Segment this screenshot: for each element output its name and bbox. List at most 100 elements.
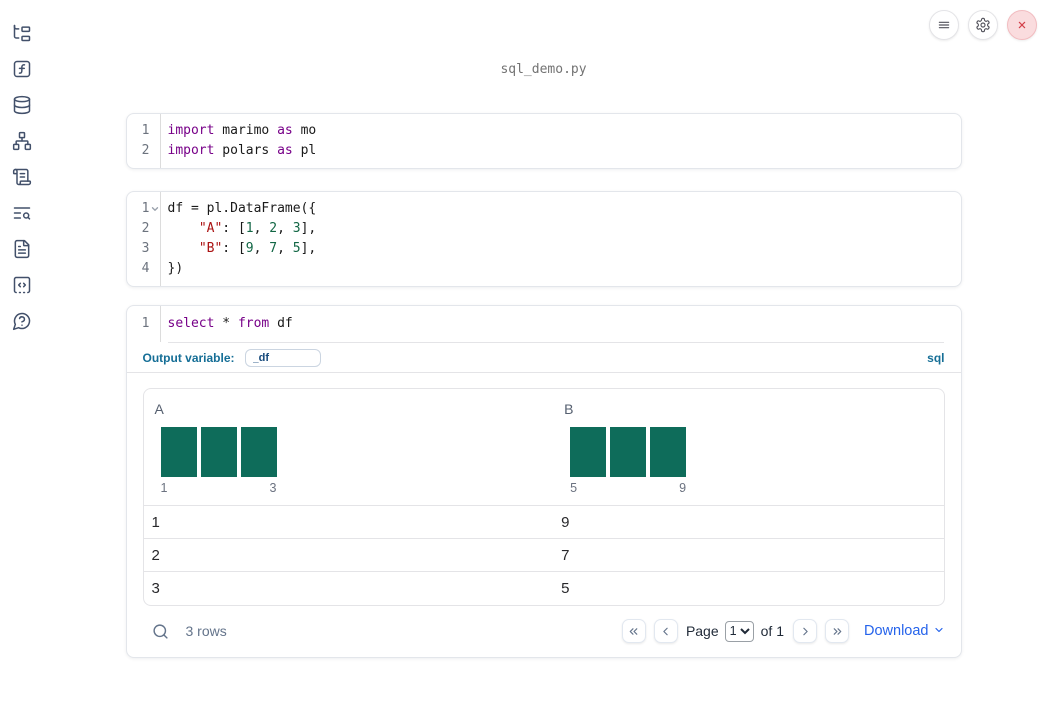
close-x-icon	[1014, 17, 1030, 33]
sidebar	[0, 0, 44, 713]
pagination: Page 1 of 1 Download	[621, 619, 945, 643]
code-text: "B": [9, 7, 5],	[198, 241, 317, 256]
histogram-bar	[650, 427, 687, 477]
code-line: 1 select * from df	[127, 314, 961, 334]
histogram-max-label: 3	[269, 481, 277, 495]
shutdown-button[interactable]	[1007, 10, 1037, 40]
fold-chevron-icon[interactable]	[150, 204, 160, 214]
sidebar-dependencies-button[interactable]	[12, 131, 32, 151]
line-number: 3	[141, 241, 150, 256]
code-text: "A": [1, 2, 3],	[198, 221, 317, 236]
cell-sql: 1 select * from df Output variable: sql A…	[125, 305, 962, 658]
cells-column: 1 import marimo as mo 2 import polars as pl…	[125, 113, 962, 658]
table-row[interactable]: 35	[143, 571, 944, 605]
cell-dataframe: 1 df = pl.DataFrame({2 "A": [1, 2, 3], 3 "…	[125, 191, 962, 287]
table-row[interactable]: 19	[143, 505, 944, 539]
histogram-max-label: 9	[679, 481, 687, 495]
table-cell: 9	[553, 505, 944, 539]
file-tree-icon	[12, 23, 32, 43]
search-icon	[152, 623, 170, 640]
last-page-button[interactable]	[825, 619, 849, 643]
code-line: 1 import marimo as mo	[127, 121, 961, 141]
table-footer: 3 rows Page 1 of 1 Download	[143, 606, 945, 657]
page-label: Page	[685, 623, 719, 639]
histogram-bar	[610, 427, 647, 477]
list-search-icon	[12, 203, 32, 223]
next-page-button[interactable]	[793, 619, 817, 643]
column-header[interactable]: B59	[553, 389, 943, 506]
line-number: 2	[141, 221, 150, 236]
code-line: 1 df = pl.DataFrame({	[127, 199, 961, 219]
line-number: 4	[141, 261, 150, 276]
row-count: 3 rows	[185, 623, 227, 639]
settings-button[interactable]	[968, 10, 998, 40]
table-body: 192735	[143, 505, 944, 605]
table-cell: 7	[553, 538, 944, 572]
code-text: import marimo as mo	[167, 123, 317, 138]
marimo-app: sql_demo.py 1 import marimo as mo 2 import …	[0, 0, 1043, 713]
chevron-down-icon	[933, 622, 945, 640]
line-number: 2	[141, 143, 150, 158]
table-cell: 5	[553, 571, 944, 605]
help-message-icon	[12, 311, 32, 331]
table-row[interactable]: 27	[143, 538, 944, 572]
code-text: import polars as pl	[167, 143, 317, 158]
prev-page-button[interactable]	[653, 619, 678, 643]
network-icon	[12, 131, 32, 151]
column-histogram: 59	[570, 427, 687, 495]
code-editor[interactable]: 1 df = pl.DataFrame({2 "A": [1, 2, 3], 3 "…	[127, 192, 961, 286]
code-line: 2 import polars as pl	[127, 141, 961, 161]
chevron-right-icon	[799, 625, 812, 638]
output-variable-input[interactable]	[244, 348, 321, 367]
sidebar-scratchpad-button[interactable]	[12, 275, 32, 295]
data-table: A13B59 192735	[142, 388, 945, 606]
output-variable-label: Output variable:	[142, 350, 235, 365]
histogram-bar	[570, 427, 607, 477]
menu-button[interactable]	[929, 10, 959, 40]
sql-code-editor[interactable]: 1 select * from df	[127, 306, 961, 342]
code-text: select * from df	[167, 316, 293, 331]
code-line: 2 "A": [1, 2, 3],	[127, 219, 961, 239]
histogram-min-label: 5	[570, 481, 578, 495]
sidebar-variables-button[interactable]	[12, 59, 32, 79]
download-button[interactable]: Download	[864, 622, 945, 640]
gear-icon	[975, 17, 991, 33]
sidebar-datasources-button[interactable]	[12, 95, 32, 115]
scroll-text-icon	[12, 167, 32, 187]
page-select[interactable]: 1	[724, 620, 754, 642]
sidebar-help-button[interactable]	[12, 311, 32, 331]
code-editor[interactable]: 1 import marimo as mo 2 import polars as pl	[127, 114, 961, 168]
hamburger-menu-icon	[936, 17, 952, 33]
code-square-dashed-icon	[12, 275, 32, 295]
column-name: A	[154, 401, 164, 417]
column-histogram: 13	[160, 427, 277, 495]
line-number: 1	[141, 316, 150, 331]
sidebar-logs-button[interactable]	[12, 167, 32, 187]
language-badge[interactable]: sql	[927, 351, 944, 365]
chevrons-left-icon	[627, 625, 640, 638]
sidebar-file-explorer-button[interactable]	[12, 23, 32, 43]
page-total-label: of 1	[760, 623, 784, 639]
code-line: 4})	[127, 259, 961, 279]
chevron-left-icon	[659, 625, 672, 638]
file-text-icon	[12, 239, 32, 259]
histogram-bar	[160, 427, 197, 477]
sidebar-documentation-button[interactable]	[12, 239, 32, 259]
cell-output-area: A13B59 192735 3 rows Page 1 of 1 Downloa…	[127, 373, 961, 657]
cell-imports: 1 import marimo as mo 2 import polars as pl	[125, 113, 962, 169]
top-actions	[929, 10, 1037, 40]
chevrons-right-icon	[831, 625, 844, 638]
function-square-icon	[12, 59, 32, 79]
download-label: Download	[864, 623, 929, 639]
sidebar-outline-search-button[interactable]	[12, 203, 32, 223]
code-line: 3 "B": [9, 7, 5],	[127, 239, 961, 259]
table-search-button[interactable]	[152, 622, 170, 640]
column-header[interactable]: A 13	[144, 389, 554, 506]
table-cell: 2	[143, 538, 554, 572]
histogram-bar	[240, 427, 277, 477]
code-text: })	[167, 261, 184, 276]
first-page-button[interactable]	[621, 619, 646, 643]
table-cell: 1	[143, 505, 554, 539]
column-name: B	[564, 401, 574, 417]
code-text: df = pl.DataFrame({	[167, 201, 317, 216]
